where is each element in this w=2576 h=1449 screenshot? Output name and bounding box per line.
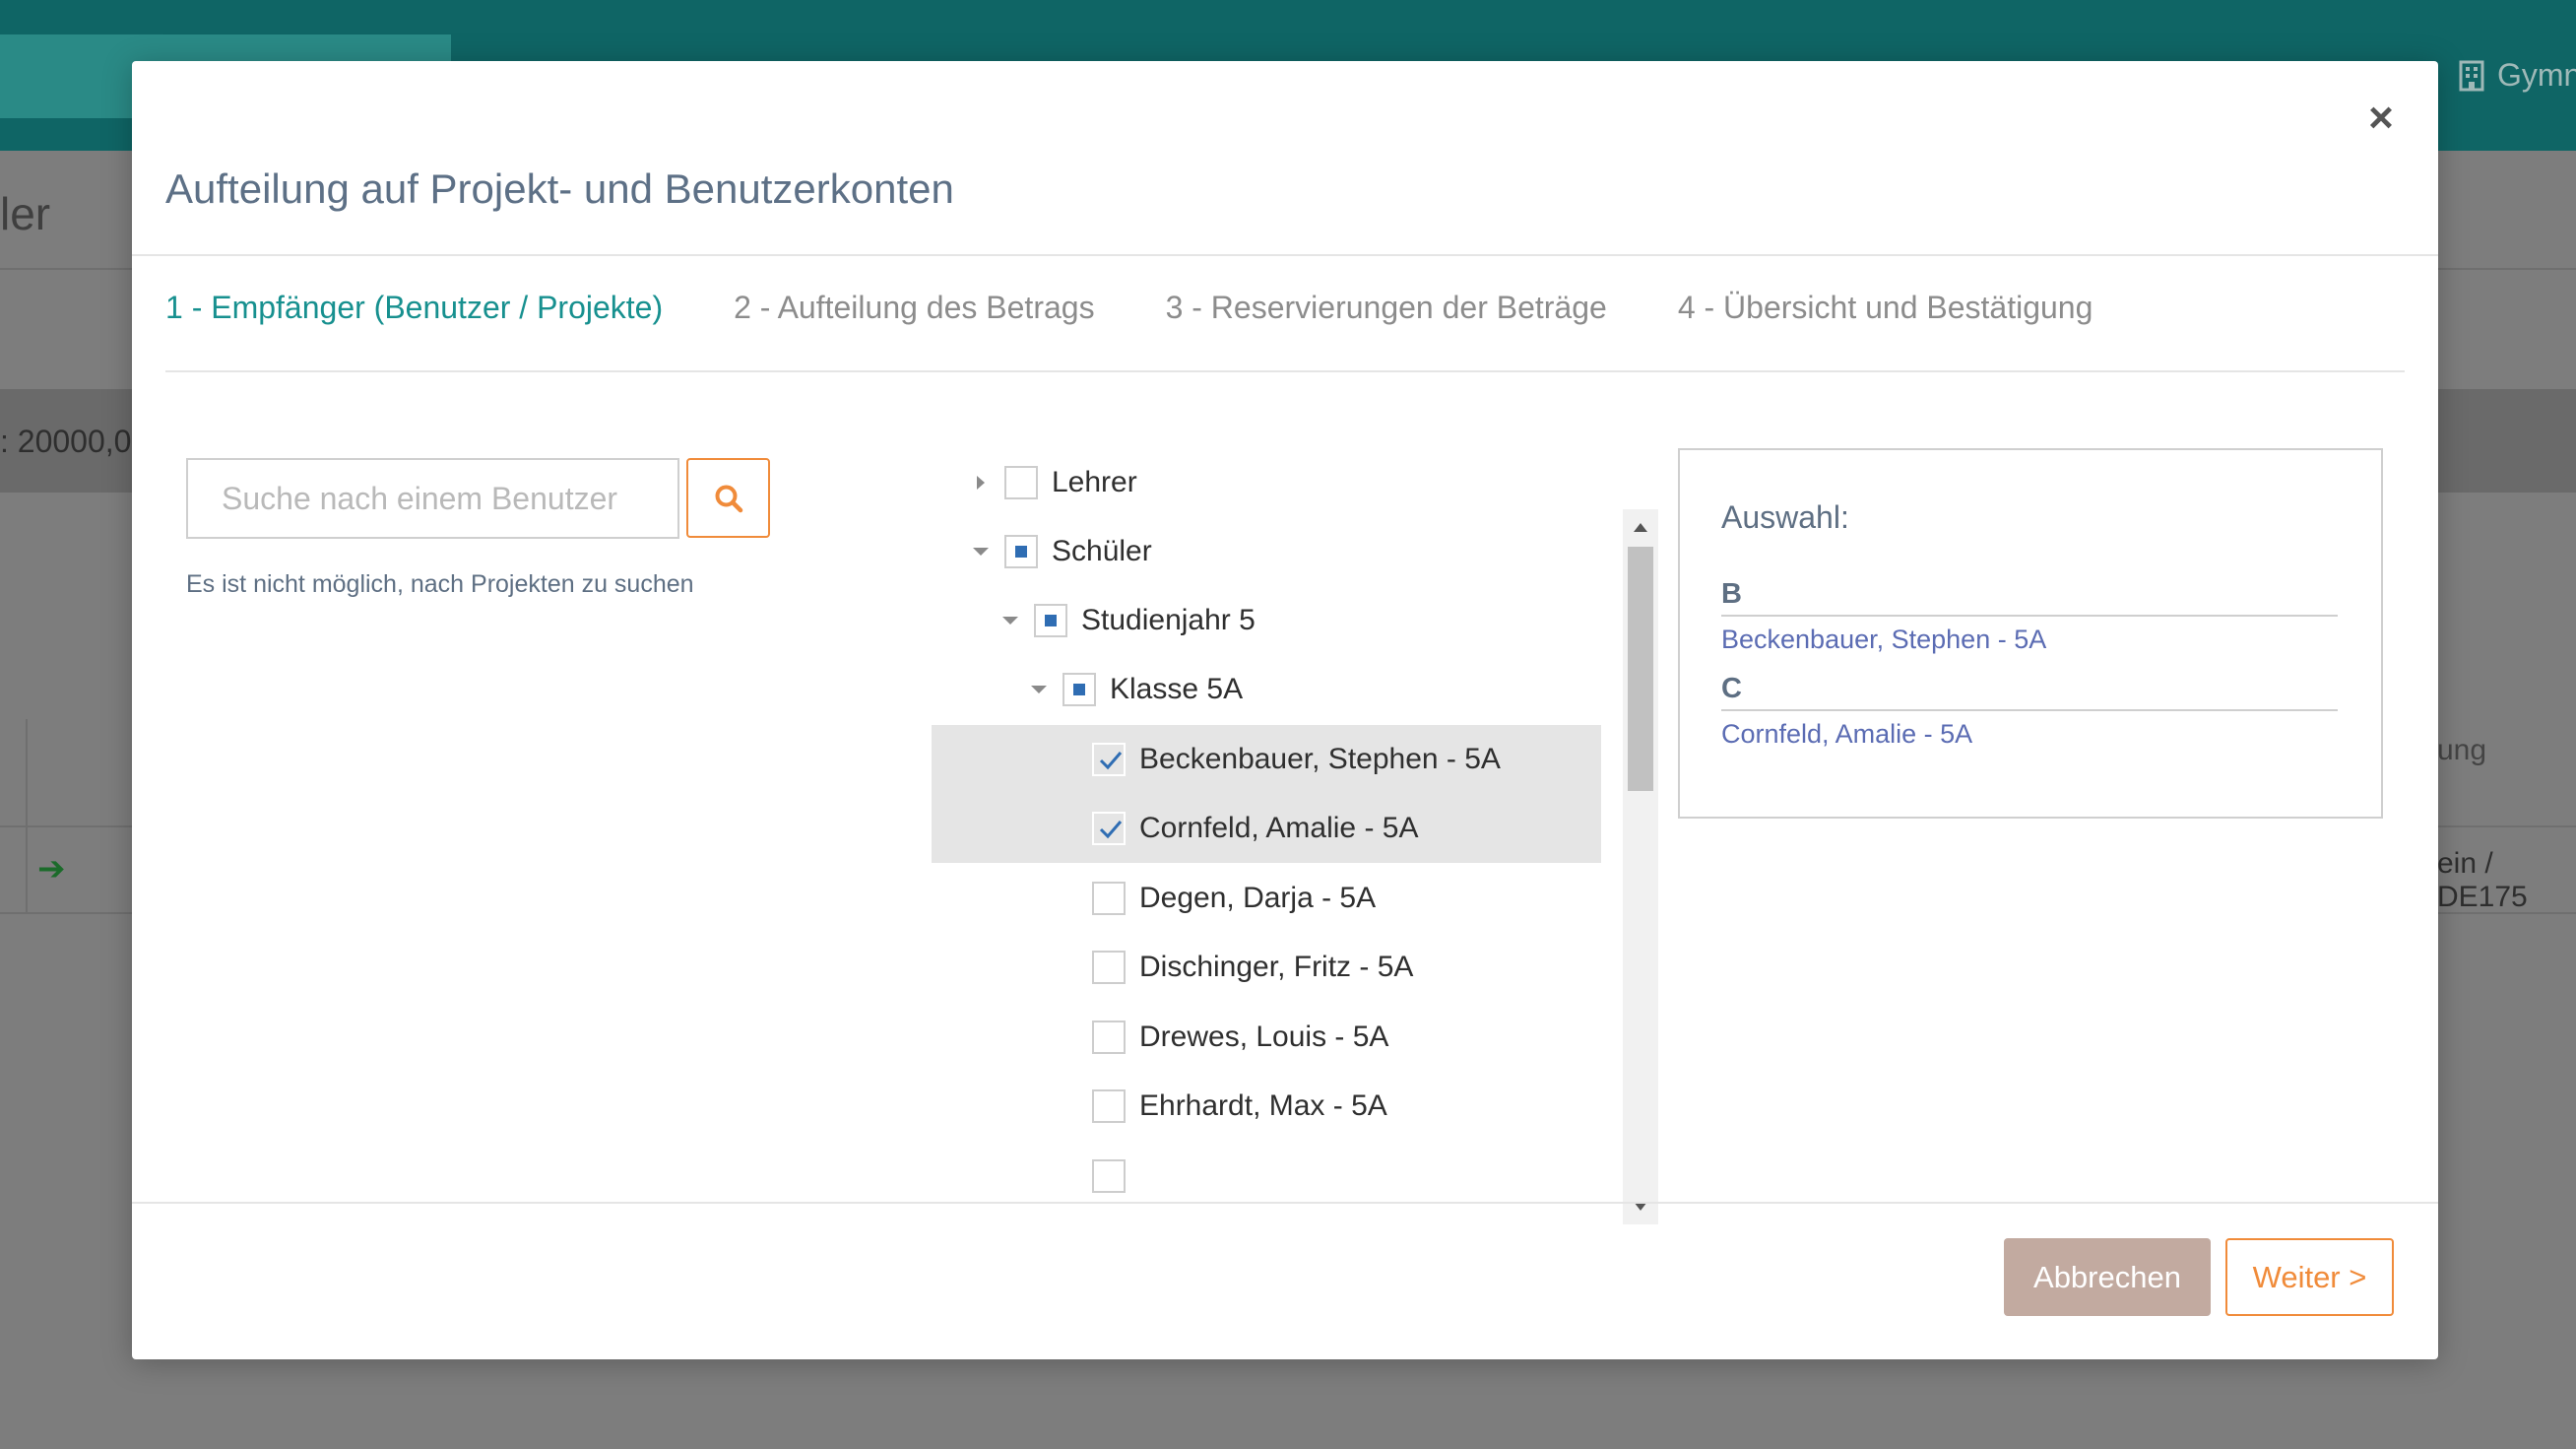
search-button[interactable] — [686, 458, 770, 538]
selection-item[interactable]: Beckenbauer, Stephen - 5A — [1721, 625, 2338, 655]
recipient-tree: Lehrer Schüler Studienjahr 5 Klasse 5A B… — [932, 448, 1601, 1220]
tree-checkbox[interactable] — [1092, 812, 1126, 845]
tree-node-students: Schüler — [932, 517, 1601, 586]
tree-label[interactable]: Studienjahr 5 — [1081, 604, 1256, 637]
selection-panel: Auswahl: B Beckenbauer, Stephen - 5A C C… — [1678, 448, 2383, 819]
caret-icon[interactable] — [973, 548, 989, 556]
tree-node-class-5a: Klasse 5A — [932, 655, 1601, 724]
tree-label[interactable]: Drewes, Louis - 5A — [1139, 1021, 1388, 1054]
tree-scrollbar[interactable] — [1623, 509, 1658, 1224]
header-divider — [132, 254, 2438, 256]
caret-icon[interactable] — [1002, 617, 1018, 625]
tree-node-year-5: Studienjahr 5 — [932, 586, 1601, 655]
tree-leaf-student[interactable] — [932, 1142, 1601, 1211]
tree-leaf-student[interactable]: Dischinger, Fritz - 5A — [932, 933, 1601, 1002]
tree-label[interactable]: Ehrhardt, Max - 5A — [1139, 1089, 1387, 1123]
tree-checkbox[interactable] — [1092, 951, 1126, 984]
tree-label[interactable]: Cornfeld, Amalie - 5A — [1139, 812, 1418, 845]
tree-checkbox[interactable] — [1034, 604, 1067, 637]
scroll-thumb[interactable] — [1628, 547, 1653, 791]
step-overview[interactable]: 4 - Übersicht und Bestätigung — [1678, 290, 2093, 326]
tree-leaf-student[interactable]: Ehrhardt, Max - 5A — [932, 1072, 1601, 1141]
tree-label[interactable]: Lehrer — [1052, 466, 1137, 499]
table-border — [26, 719, 28, 914]
selection-group-letter: B — [1721, 578, 2338, 617]
tree-checkbox[interactable] — [1092, 1159, 1126, 1193]
selection-item[interactable]: Cornfeld, Amalie - 5A — [1721, 719, 2338, 750]
selection-group: C Cornfeld, Amalie - 5A — [1721, 673, 2338, 750]
tree-label[interactable]: Klasse 5A — [1110, 673, 1243, 706]
tree-leaf-student[interactable]: Drewes, Louis - 5A — [932, 1003, 1601, 1072]
caret-icon[interactable] — [1031, 686, 1047, 693]
tree-leaf-student[interactable]: Degen, Darja - 5A — [932, 864, 1601, 933]
checkmark-icon — [1099, 821, 1123, 839]
user-search-input[interactable] — [186, 458, 679, 539]
search-hint: Es ist nicht möglich, nach Projekten zu … — [186, 570, 694, 598]
checkmark-icon — [1099, 752, 1123, 770]
search-icon — [715, 485, 742, 512]
tree-checkbox[interactable] — [1004, 466, 1038, 499]
amount-text: : 20000,0 — [0, 424, 132, 459]
selection-group: B Beckenbauer, Stephen - 5A — [1721, 578, 2338, 655]
steps-divider — [165, 370, 2405, 372]
selection-group-letter: C — [1721, 673, 2338, 711]
column-header-fragment: ung — [2437, 734, 2487, 766]
step-split-amount[interactable]: 2 - Aufteilung des Betrags — [734, 290, 1094, 326]
modal-title: Aufteilung auf Projekt- und Benutzerkont… — [165, 165, 954, 212]
tree-checkbox[interactable] — [1092, 1089, 1126, 1123]
page-title: ler — [0, 188, 51, 239]
arrow-right-icon[interactable]: ➔ — [37, 849, 66, 889]
scroll-up-icon[interactable] — [1634, 523, 1647, 532]
org-label: Gymn — [2458, 57, 2576, 94]
split-modal: × Aufteilung auf Projekt- und Benutzerko… — [132, 61, 2438, 1359]
next-button[interactable]: Weiter > — [2225, 1238, 2394, 1316]
tree-checkbox[interactable] — [1004, 535, 1038, 568]
tree-label[interactable]: Beckenbauer, Stephen - 5A — [1139, 743, 1501, 776]
cancel-button[interactable]: Abbrechen — [2004, 1238, 2211, 1316]
tree-node-teachers: Lehrer — [932, 448, 1601, 517]
tree-label[interactable]: Dischinger, Fritz - 5A — [1139, 951, 1413, 984]
wizard-steps: 1 - Empfänger (Benutzer / Projekte) 2 - … — [165, 290, 2093, 326]
tree-leaf-student[interactable]: Cornfeld, Amalie - 5A — [932, 794, 1601, 863]
step-recipients[interactable]: 1 - Empfänger (Benutzer / Projekte) — [165, 290, 663, 326]
tree-label[interactable]: Schüler — [1052, 535, 1152, 568]
tree-checkbox[interactable] — [1092, 1021, 1126, 1054]
tree-leaf-student[interactable]: Beckenbauer, Stephen - 5A — [932, 725, 1601, 794]
org-name: Gymn — [2497, 57, 2576, 93]
building-icon — [2459, 60, 2484, 91]
step-reservations[interactable]: 3 - Reservierungen der Beträge — [1166, 290, 1607, 326]
tree-label[interactable]: Degen, Darja - 5A — [1139, 882, 1376, 915]
selection-title: Auswahl: — [1721, 499, 1849, 535]
row-cell-fragment: ein / DE175 — [2437, 847, 2528, 913]
tree-checkbox[interactable] — [1063, 673, 1096, 706]
caret-icon[interactable] — [977, 476, 985, 490]
tree-checkbox[interactable] — [1092, 882, 1126, 915]
footer-divider — [132, 1202, 2438, 1204]
close-icon[interactable]: × — [2357, 95, 2405, 142]
tree-checkbox[interactable] — [1092, 743, 1126, 776]
